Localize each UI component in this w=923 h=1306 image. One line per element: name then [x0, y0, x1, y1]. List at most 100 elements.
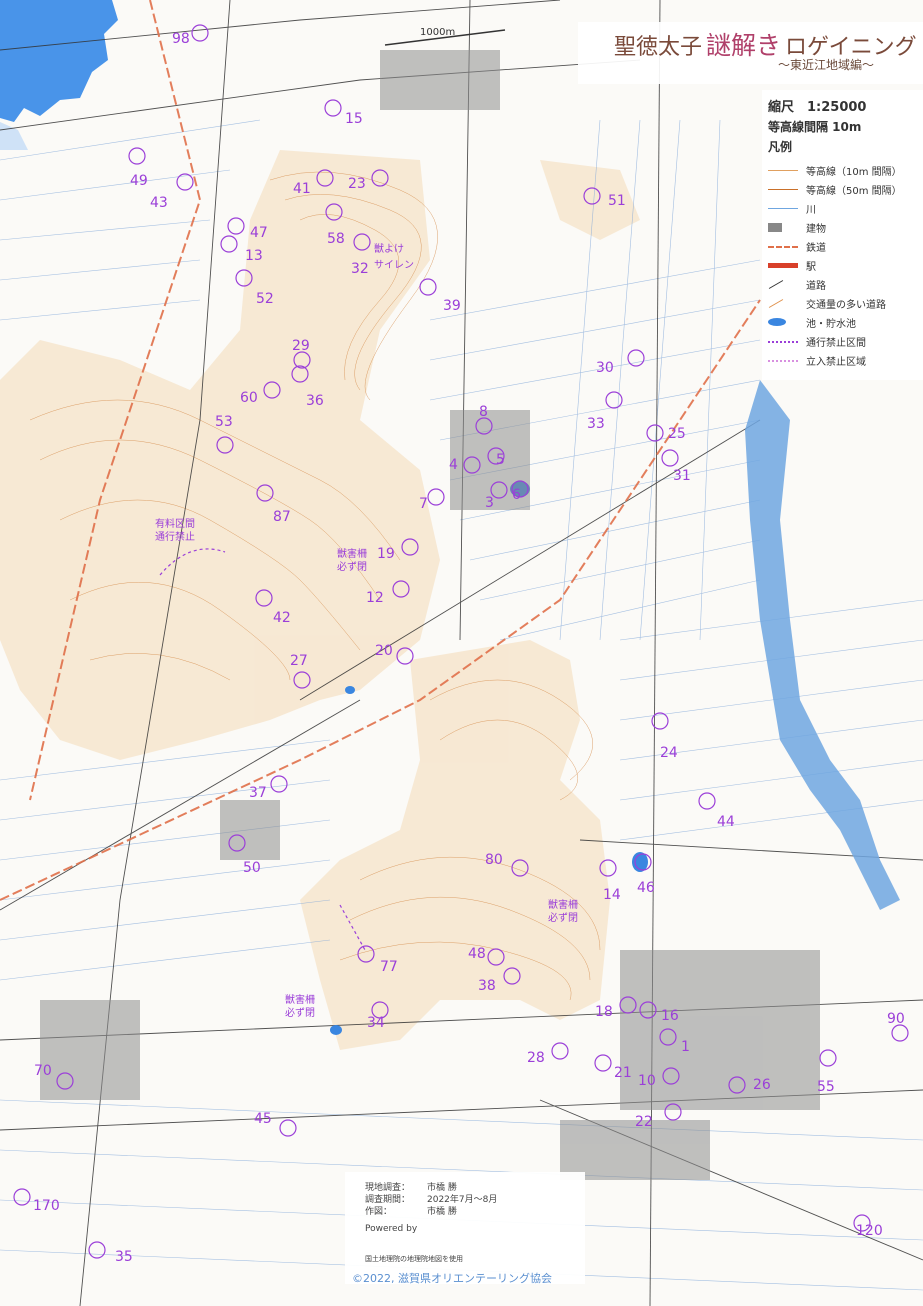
- busy-road-icon: [768, 299, 784, 308]
- checkpoint-label: 14: [603, 887, 621, 903]
- map-subtitle: ～東近江地域編～: [778, 58, 875, 72]
- checkpoint-label: 8: [479, 404, 488, 420]
- checkpoint-label: 120: [856, 1223, 883, 1239]
- checkpoint-label: 46: [637, 880, 655, 896]
- checkpoint-label: 60: [240, 390, 258, 406]
- checkpoint-label: 3: [485, 495, 494, 511]
- legend-item-label: 駅: [806, 262, 816, 273]
- legend-item-label: 通行禁止区間: [806, 338, 866, 349]
- legend-item: 川: [768, 200, 920, 216]
- checkpoint-label: 77: [380, 959, 398, 975]
- map-note: 獣害柵: [285, 993, 315, 1006]
- checkpoint-label: 20: [375, 643, 393, 659]
- checkpoint-label: 52: [256, 291, 274, 307]
- legend-item-label: 池・貯水池: [806, 319, 856, 330]
- checkpoint-label: 53: [215, 414, 233, 430]
- checkpoint-label: 44: [717, 814, 735, 830]
- legend-scale: 縮尺 1:25000: [768, 100, 867, 115]
- checkpoint-label: 70: [34, 1063, 52, 1079]
- checkpoint-label: 41: [293, 181, 311, 197]
- contour-thin-icon: [768, 170, 798, 171]
- map-note: 通行禁止: [155, 530, 195, 543]
- powered-by: Powered by: [365, 1224, 418, 1234]
- legend-item: 駅: [768, 257, 920, 273]
- checkpoint-label: 15: [345, 111, 363, 127]
- checkpoint-label: 39: [443, 298, 461, 314]
- no-entry-icon: [768, 360, 798, 362]
- legend-item: 等高線（10m 間隔）: [768, 162, 920, 178]
- info-box: 現地調査： 市橋 勝調査期間： 2022年7月〜8月 作図： 市橋 勝 Powered …: [345, 1172, 585, 1284]
- legend-item-label: 等高線（10m 間隔）: [806, 167, 902, 178]
- map-note: 獣害柵: [337, 547, 367, 560]
- legend: 縮尺 1:25000 等高線間隔 10m 凡例 等高線（10m 間隔） 等高線（5…: [762, 90, 923, 380]
- checkpoint-label: 170: [33, 1198, 60, 1214]
- checkpoint-label: 98: [172, 31, 190, 47]
- checkpoint-label: 58: [327, 231, 345, 247]
- legend-item-label: 立入禁止区域: [806, 357, 866, 368]
- checkpoint-label: 28: [527, 1050, 545, 1066]
- checkpoint-label: 6: [512, 487, 521, 503]
- legend-item-label: 鉄道: [806, 243, 826, 254]
- legend-item-label: 道路: [806, 281, 826, 292]
- river-icon: [768, 208, 798, 209]
- checkpoint-label: 80: [485, 852, 503, 868]
- checkpoint-label: 7: [419, 496, 428, 512]
- checkpoint-label: 55: [817, 1079, 835, 1095]
- checkpoint-label: 87: [273, 509, 291, 525]
- info-key: 作図：: [365, 1207, 393, 1217]
- checkpoint-label: 51: [608, 193, 626, 209]
- railway-icon: [768, 246, 798, 248]
- map-note: サイレン: [374, 259, 414, 271]
- checkpoint-label: 21: [614, 1065, 632, 1081]
- checkpoint-label: 23: [348, 176, 366, 192]
- checkpoint-label: 34: [367, 1015, 385, 1031]
- checkpoint-label: 27: [290, 653, 308, 669]
- checkpoint-label: 90: [887, 1011, 905, 1027]
- legend-item-label: 建物: [806, 224, 826, 235]
- no-passage-icon: [768, 341, 798, 343]
- station-icon: [768, 263, 798, 268]
- legend-heading: 凡例: [768, 140, 793, 154]
- checkpoint-label: 49: [130, 173, 148, 189]
- road-icon: [768, 280, 784, 289]
- checkpoint-label: 45: [254, 1111, 272, 1127]
- contour-thick-icon: [768, 189, 798, 190]
- legend-item: 立入禁止区域: [768, 352, 920, 368]
- checkpoint-label: 16: [661, 1008, 679, 1024]
- legend-item: 交通量の多い道路: [768, 295, 920, 311]
- checkpoint-label: 1: [681, 1039, 690, 1055]
- checkpoint-label: 38: [478, 978, 496, 994]
- checkpoint-label: 12: [366, 590, 384, 606]
- checkpoint-label: 10: [638, 1073, 656, 1089]
- checkpoint-label: 48: [468, 946, 486, 962]
- checkpoint-label: 31: [673, 468, 691, 484]
- copyright: ©2022, 滋賀県オリエンテーリング協会: [352, 1272, 552, 1285]
- building-icon: [768, 223, 782, 232]
- map-note: 獣害柵: [548, 898, 578, 911]
- checkpoint-label: 33: [587, 416, 605, 432]
- checkpoint-label: 43: [150, 195, 168, 211]
- checkpoint-label: 13: [245, 248, 263, 264]
- checkpoint-label: 35: [115, 1249, 133, 1265]
- checkpoint-label: 29: [292, 338, 310, 354]
- legend-item: 建物: [768, 219, 920, 235]
- checkpoint-label: 26: [753, 1077, 771, 1093]
- checkpoint-label: 5: [496, 452, 505, 468]
- title-box: 聖徳太子 謎解き ロゲイニング ～東近江地域編～: [578, 22, 923, 84]
- checkpoint-label: 37: [249, 785, 267, 801]
- legend-item-label: 川: [806, 205, 816, 216]
- legend-item-label: 交通量の多い道路: [806, 300, 886, 311]
- map-note: 獣よけ: [374, 242, 404, 255]
- map-note: 必ず閉: [337, 560, 367, 573]
- source-line: 国土地理院の地理院地図を使用: [365, 1255, 463, 1263]
- checkpoint-label: 18: [595, 1004, 613, 1020]
- pond-icon: [768, 318, 786, 326]
- legend-item: 等高線（50m 間隔）: [768, 181, 920, 197]
- map-note: 有料区間: [155, 517, 195, 530]
- checkpoint-label: 42: [273, 610, 291, 626]
- checkpoint-label: 19: [377, 546, 395, 562]
- legend-item: 道路: [768, 276, 920, 292]
- legend-item: 池・貯水池: [768, 314, 920, 330]
- legend-contour-interval: 等高線間隔 10m: [768, 120, 862, 134]
- legend-item: 鉄道: [768, 238, 920, 254]
